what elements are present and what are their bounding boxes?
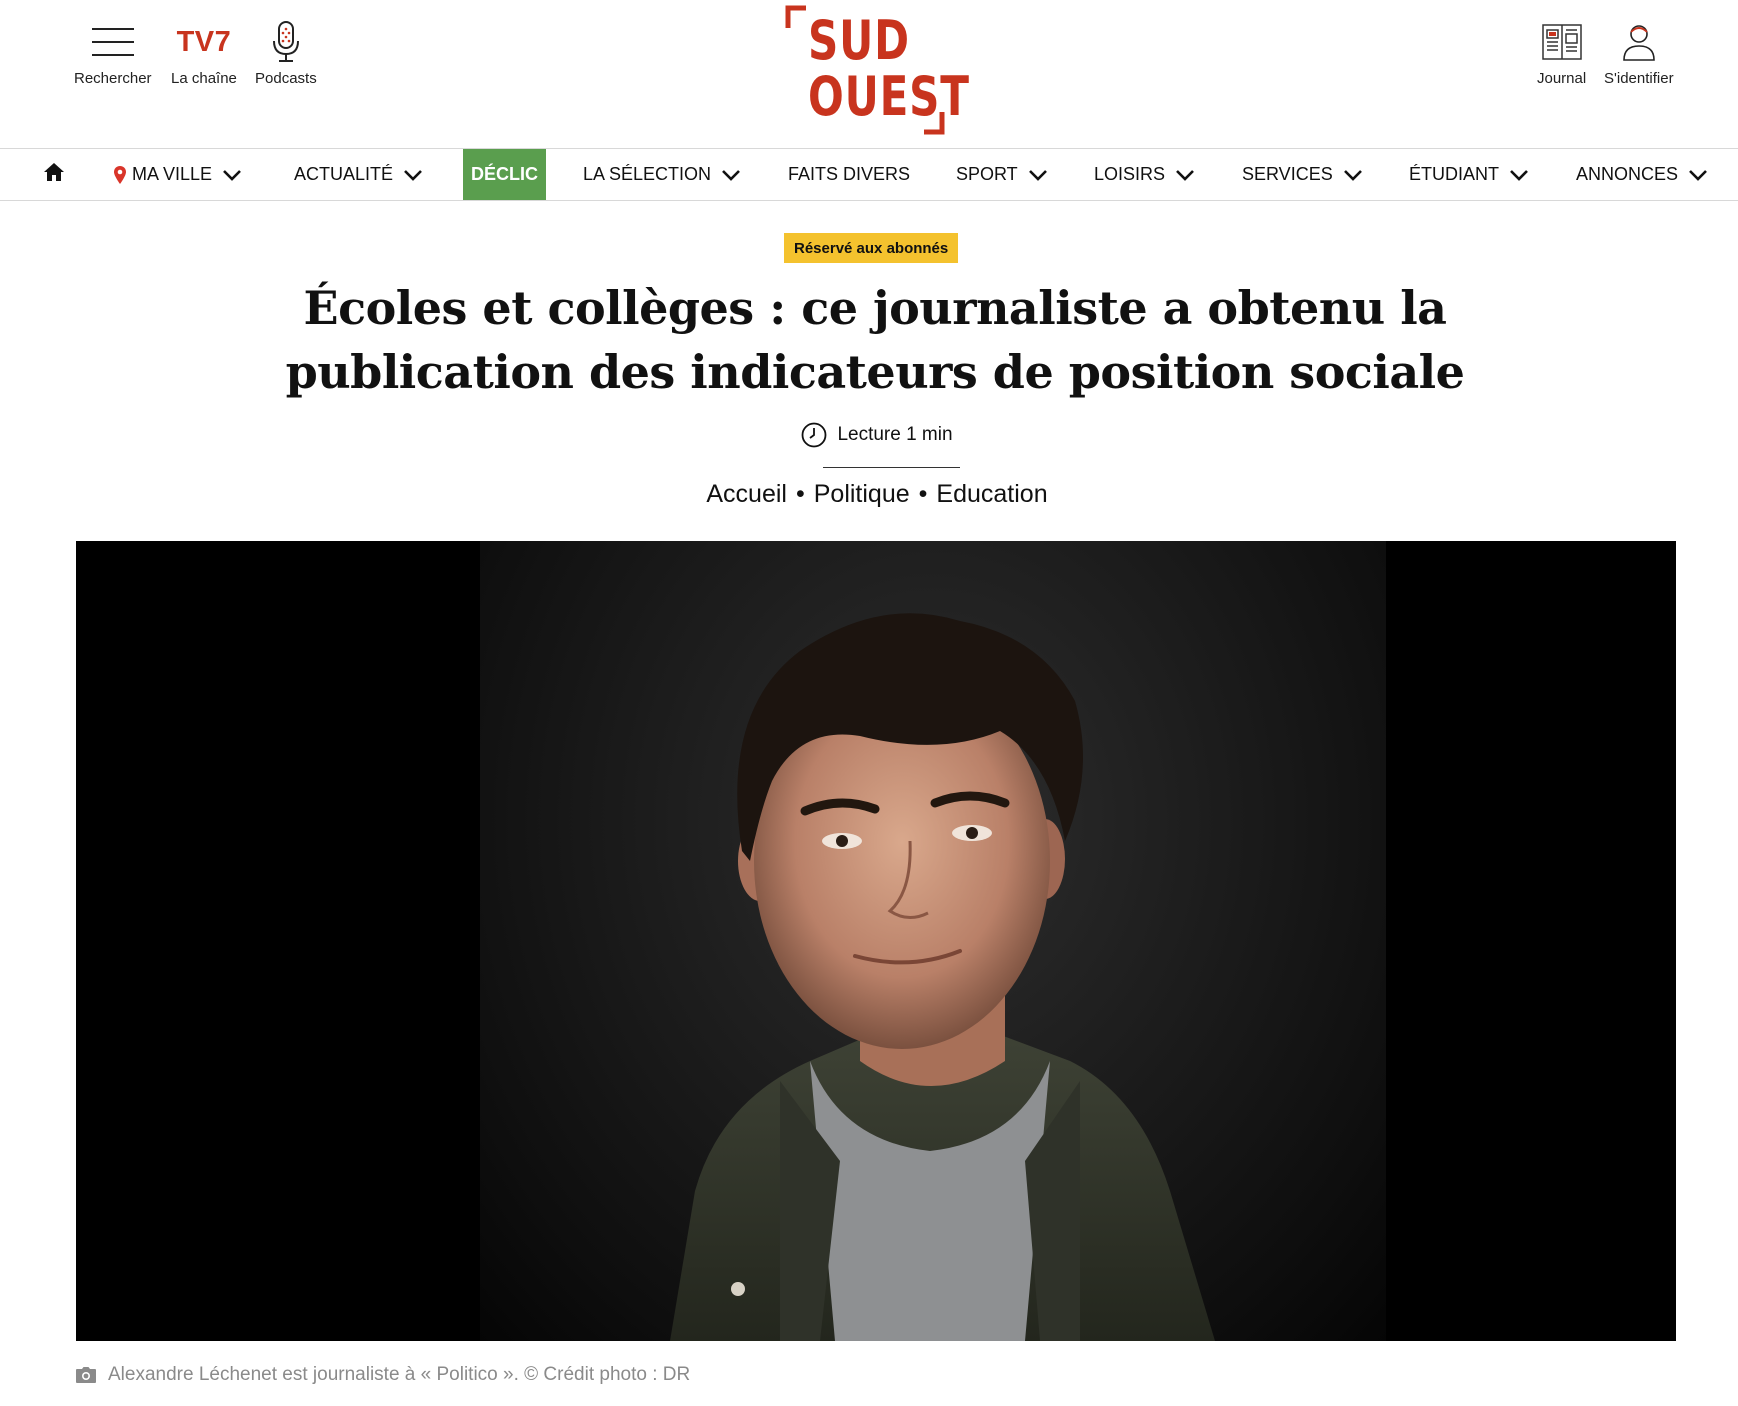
nav-label: SPORT (956, 164, 1018, 184)
chevron-down-icon (1175, 169, 1195, 181)
podcasts-button[interactable]: Podcasts (255, 18, 317, 87)
podcasts-label: Podcasts (255, 70, 317, 87)
logo-line-1: SUD (808, 9, 910, 72)
nav-home[interactable] (43, 149, 65, 200)
breadcrumb-separator: • (795, 480, 805, 508)
login-button[interactable]: S'identifier (1604, 18, 1674, 87)
nav-ma-ville[interactable]: MA VILLE (114, 149, 242, 200)
nav-label: ANNONCES (1576, 164, 1679, 184)
tv-channel-button[interactable]: TV7 La chaîne (171, 18, 237, 88)
nav-declic[interactable]: DÉCLIC (463, 149, 546, 200)
tv7-logo: TV7 (176, 25, 232, 58)
breadcrumb-separator: • (918, 480, 928, 508)
divider (823, 467, 960, 468)
nav-label: DÉCLIC (471, 164, 538, 184)
pin-icon (114, 165, 126, 184)
user-icon (1621, 18, 1657, 66)
login-label: S'identifier (1604, 70, 1674, 87)
nav-loisirs[interactable]: LOISIRS (1094, 149, 1195, 200)
nav-label: ÉTUDIANT (1409, 164, 1499, 184)
nav-label: SERVICES (1242, 164, 1333, 184)
main-navigation: MA VILLE ACTUALITÉ DÉCLIC LA SÉLECTION F… (0, 148, 1738, 201)
sud-ouest-logo[interactable]: SUD OUEST (784, 4, 970, 136)
nav-label: MA VILLE (132, 164, 213, 184)
breadcrumb-education[interactable]: Education (936, 480, 1047, 509)
nav-actualite[interactable]: ACTUALITÉ (294, 149, 423, 200)
search-menu-button[interactable]: Rechercher (74, 18, 152, 87)
site-header: Rechercher TV7 La chaîne Podcasts SUD OU… (0, 0, 1738, 148)
reading-time-label: Lecture 1 min (837, 424, 953, 445)
breadcrumb: Accueil • Politique • Education (0, 480, 1738, 509)
reading-time: Lecture 1 min (0, 422, 1738, 448)
chevron-down-icon (1509, 169, 1529, 181)
nav-faits-divers[interactable]: FAITS DIVERS (788, 149, 910, 200)
clock-icon (801, 422, 827, 448)
hamburger-menu-icon (91, 18, 134, 66)
nav-label: LA SÉLECTION (583, 164, 712, 184)
nav-label: ACTUALITÉ (294, 164, 394, 184)
chevron-down-icon (721, 169, 741, 181)
caption-text: Alexandre Léchenet est journaliste à « P… (108, 1364, 691, 1385)
chevron-down-icon (222, 169, 242, 181)
tv-label: La chaîne (171, 70, 237, 87)
logo-line-2: OUEST (808, 65, 970, 128)
photo-caption: Alexandre Léchenet est journaliste à « P… (76, 1364, 690, 1386)
camera-icon (76, 1367, 96, 1383)
search-label: Rechercher (74, 70, 152, 87)
nav-la-selection[interactable]: LA SÉLECTION (583, 149, 741, 200)
nav-label: FAITS DIVERS (788, 164, 911, 184)
journal-button[interactable]: Journal (1537, 18, 1586, 87)
nav-services[interactable]: SERVICES (1242, 149, 1363, 200)
journal-label: Journal (1537, 70, 1587, 87)
article-photo[interactable] (76, 541, 1676, 1341)
nav-label: LOISIRS (1094, 164, 1166, 184)
chevron-down-icon (1688, 169, 1708, 181)
nav-sport[interactable]: SPORT (956, 149, 1048, 200)
nav-etudiant[interactable]: ÉTUDIANT (1409, 149, 1529, 200)
newspaper-icon (1541, 18, 1583, 66)
subscriber-badge: Réservé aux abonnés (784, 233, 959, 263)
article-title: Écoles et collèges : ce journaliste a ob… (285, 281, 1465, 399)
chevron-down-icon (1028, 169, 1048, 181)
breadcrumb-politique[interactable]: Politique (814, 480, 910, 509)
breadcrumb-accueil[interactable]: Accueil (706, 480, 787, 509)
nav-annonces[interactable]: ANNONCES (1576, 149, 1708, 200)
portrait-image (480, 541, 1386, 1341)
microphone-icon (271, 18, 301, 66)
chevron-down-icon (403, 169, 423, 181)
chevron-down-icon (1343, 169, 1363, 181)
home-icon (43, 162, 65, 187)
